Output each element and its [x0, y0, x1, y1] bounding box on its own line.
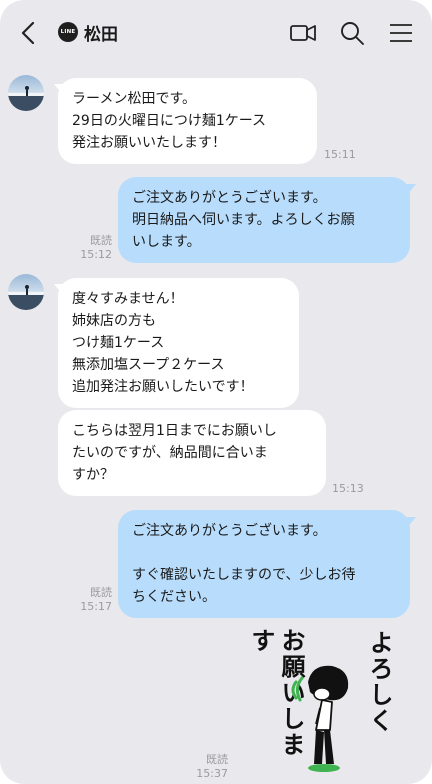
message-time: 15:17	[80, 600, 112, 613]
chevron-left-icon[interactable]	[14, 19, 42, 47]
message-bubble-outgoing[interactable]: ご注文ありがとうございます。 明日納品へ伺います。よろしくお願 いします。	[118, 177, 410, 263]
avatar[interactable]	[8, 75, 44, 111]
sticker-caption-right: よろしく	[365, 630, 393, 734]
avatar-photo-icon	[8, 285, 44, 310]
avatar[interactable]	[8, 274, 44, 310]
contact-name[interactable]: 松田	[84, 20, 118, 45]
read-receipt: 既読	[90, 586, 112, 599]
sticker[interactable]: よろしく お願いします	[244, 628, 406, 776]
message-time: 15:11	[324, 148, 356, 161]
chat-screen: LINE 松田 ラーメン松田です。 29日の火曜日につけ麺1ケース 発注お願いい…	[0, 0, 432, 784]
avatar-photo-icon	[8, 86, 44, 111]
video-call-icon[interactable]	[289, 19, 317, 47]
message-bubble-incoming[interactable]: ラーメン松田です。 29日の火曜日につけ麺1ケース 発注お願いいたします！	[58, 78, 317, 164]
message-time: 15:13	[332, 482, 364, 495]
message-time: 15:37	[196, 767, 228, 780]
bubble-tail	[406, 184, 416, 196]
message-bubble-outgoing[interactable]: ご注文ありがとうございます。 すぐ確認いたしますので、少しお待 ちください。	[118, 510, 410, 618]
menu-icon[interactable]	[387, 19, 415, 47]
bowing-person-icon	[291, 665, 349, 772]
message-time: 15:12	[80, 248, 112, 261]
read-receipt: 既読	[206, 753, 228, 766]
search-icon[interactable]	[338, 19, 366, 47]
message-bubble-incoming[interactable]: こちらは翌月1日までにお願いし たいのですが、納品間に合いま すか？	[58, 410, 326, 496]
message-bubble-incoming[interactable]: 度々すみません！ 姉妹店の方も つけ麺1ケース 無添加塩スープ２ケース 追加発注…	[58, 278, 299, 408]
read-receipt: 既読	[90, 234, 112, 247]
line-badge-text: LINE	[60, 29, 76, 35]
chat-header: LINE 松田	[0, 0, 432, 64]
line-logo-icon: LINE	[58, 22, 78, 42]
